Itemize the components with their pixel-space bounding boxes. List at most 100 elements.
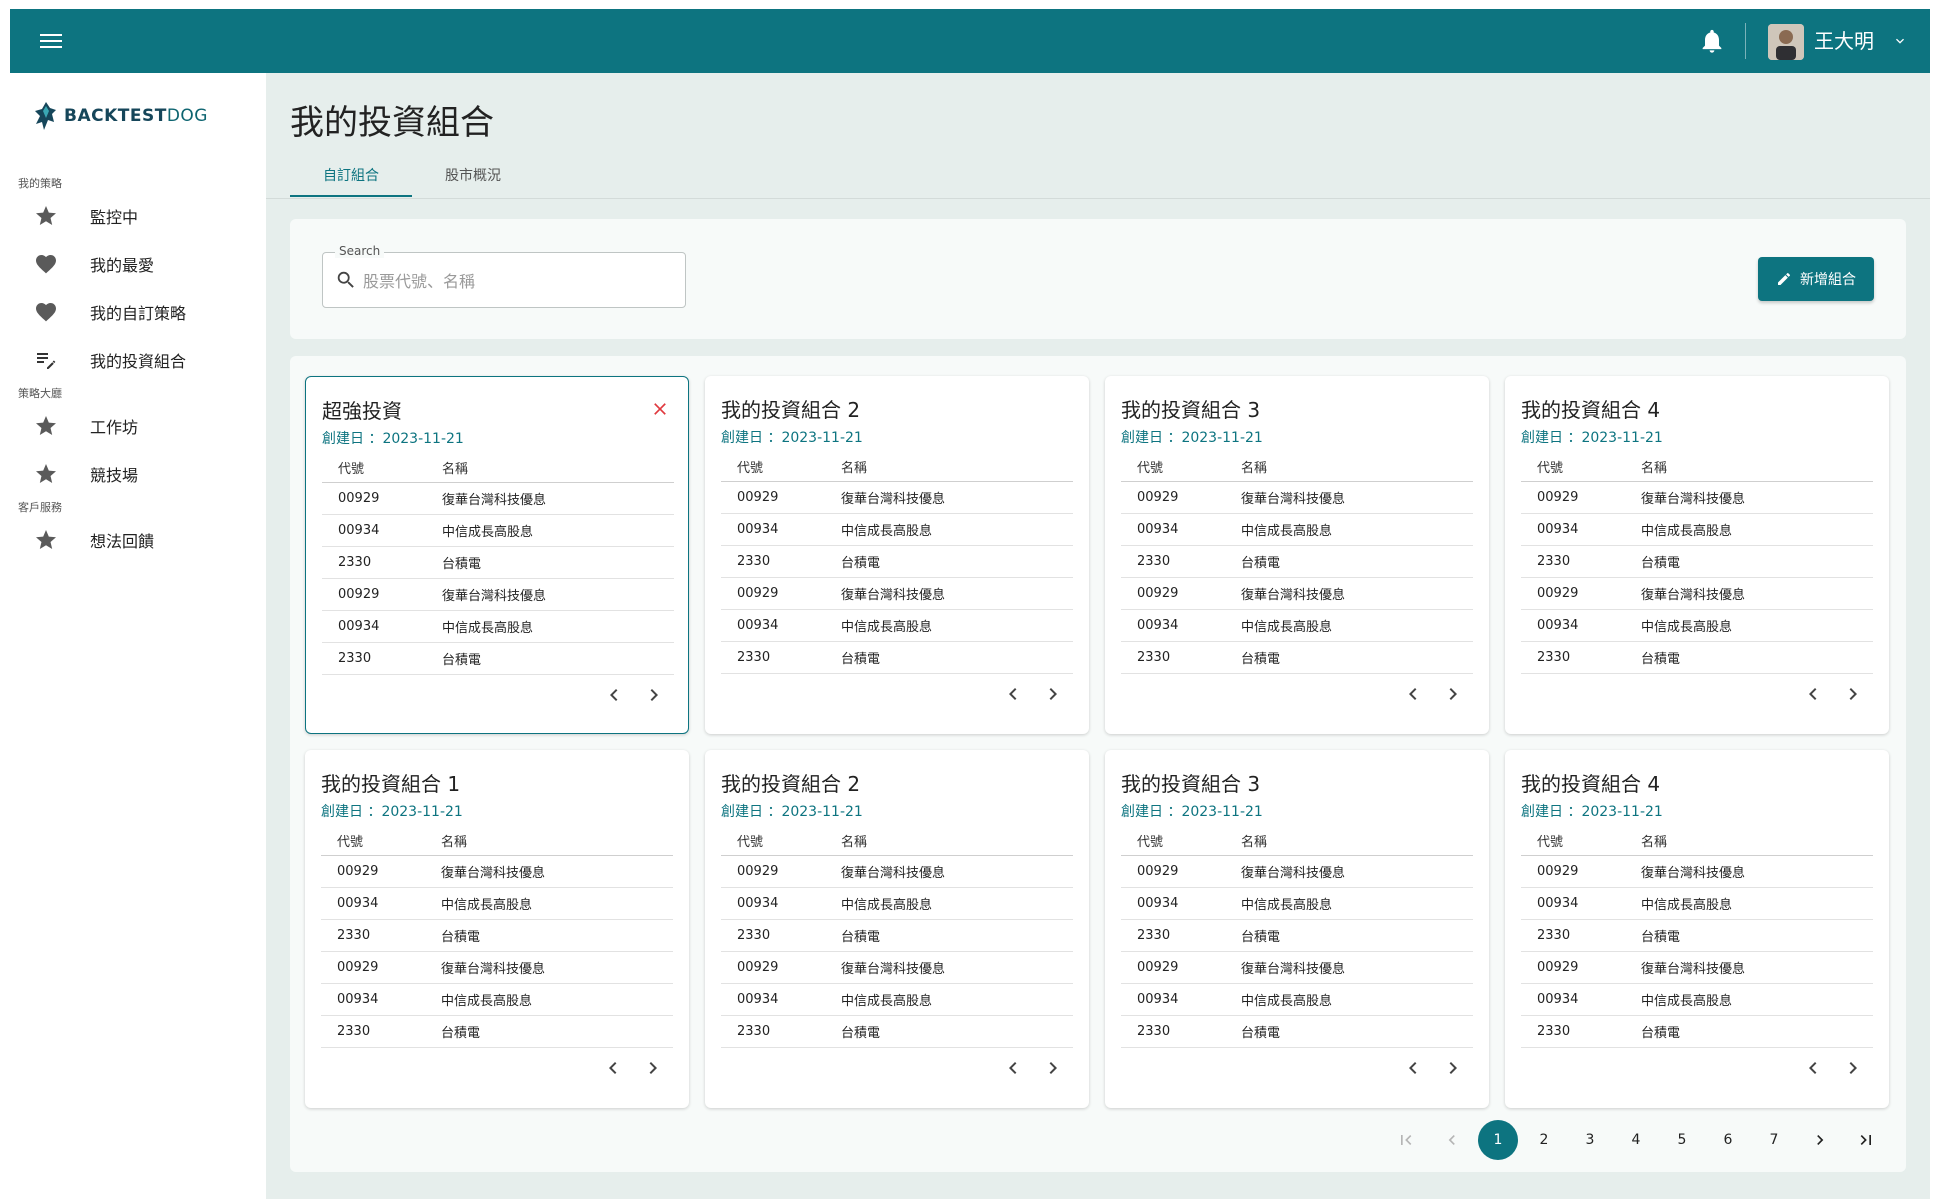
sidebar-item-feedback[interactable]: 想法回饋: [10, 516, 266, 564]
table-row[interactable]: 00929 復華台灣科技優息: [1521, 578, 1873, 610]
chevron-down-icon[interactable]: [1892, 33, 1908, 49]
sidebar-item-arena[interactable]: 競技場: [10, 450, 266, 498]
chevron-left-icon[interactable]: [1001, 1056, 1025, 1080]
table-row[interactable]: 2330 台積電: [1521, 642, 1873, 674]
last-page-button[interactable]: [1846, 1120, 1886, 1160]
table-row[interactable]: 2330 台積電: [721, 546, 1073, 578]
table-row[interactable]: 2330 台積電: [1121, 546, 1473, 578]
chevron-right-icon[interactable]: [1441, 1056, 1465, 1080]
table-row[interactable]: 2330 台積電: [1121, 642, 1473, 674]
avatar[interactable]: [1768, 24, 1804, 60]
table-row[interactable]: 2330 台積電: [721, 920, 1073, 952]
table-row[interactable]: 00929 復華台灣科技優息: [321, 856, 673, 888]
table-row[interactable]: 00934 中信成長高股息: [1521, 514, 1873, 546]
chevron-right-icon[interactable]: [1441, 682, 1465, 706]
table-row[interactable]: 00934 中信成長高股息: [721, 888, 1073, 920]
table-row[interactable]: 00929 復華台灣科技優息: [721, 482, 1073, 514]
table-row[interactable]: 00929 復華台灣科技優息: [1121, 856, 1473, 888]
table-row[interactable]: 00929 復華台灣科技優息: [1121, 482, 1473, 514]
chevron-left-icon[interactable]: [1801, 682, 1825, 706]
sidebar-item-favorites[interactable]: 我的最愛: [10, 240, 266, 288]
page-button[interactable]: 5: [1662, 1120, 1702, 1160]
page-button[interactable]: 3: [1570, 1120, 1610, 1160]
table-row[interactable]: 00934 中信成長高股息: [1121, 610, 1473, 642]
table-row[interactable]: 2330 台積電: [721, 1016, 1073, 1048]
table-row[interactable]: 00934 中信成長高股息: [322, 515, 674, 547]
first-page-button[interactable]: [1386, 1120, 1426, 1160]
chevron-right-icon[interactable]: [1041, 1056, 1065, 1080]
table-row[interactable]: 00934 中信成長高股息: [721, 610, 1073, 642]
chevron-left-icon[interactable]: [602, 683, 626, 707]
table-row[interactable]: 00929 復華台灣科技優息: [721, 952, 1073, 984]
chevron-left-icon[interactable]: [1401, 682, 1425, 706]
prev-page-button[interactable]: [1432, 1120, 1472, 1160]
table-row[interactable]: 2330 台積電: [322, 547, 674, 579]
chevron-right-icon[interactable]: [642, 683, 666, 707]
portfolio-card[interactable]: 超強投資 創建日 ：2023-11-21 代號 名稱 00929 復華台灣科技優息 0093…: [305, 376, 689, 734]
portfolio-card[interactable]: 我的投資組合 2 創建日 ：2023-11-21 代號 名稱 00929 復華台灣科技優息…: [705, 750, 1089, 1108]
table-row[interactable]: 00934 中信成長高股息: [322, 611, 674, 643]
page-button[interactable]: 6: [1708, 1120, 1748, 1160]
chevron-right-icon[interactable]: [1841, 1056, 1865, 1080]
portfolio-card[interactable]: 我的投資組合 4 創建日 ：2023-11-21 代號 名稱 00929 復華台灣科技優息…: [1505, 376, 1889, 734]
table-row[interactable]: 2330 台積電: [1521, 920, 1873, 952]
table-row[interactable]: 00934 中信成長高股息: [1521, 610, 1873, 642]
table-row[interactable]: 2330 台積電: [721, 642, 1073, 674]
page-button[interactable]: 1: [1478, 1120, 1518, 1160]
search-field[interactable]: Search: [322, 244, 686, 308]
table-row[interactable]: 2330 台積電: [321, 1016, 673, 1048]
portfolio-card[interactable]: 我的投資組合 1 創建日 ：2023-11-21 代號 名稱 00929 復華台灣科技優息…: [305, 750, 689, 1108]
table-row[interactable]: 00934 中信成長高股息: [1121, 888, 1473, 920]
table-row[interactable]: 2330 台積電: [1521, 546, 1873, 578]
table-row[interactable]: 00934 中信成長高股息: [1121, 984, 1473, 1016]
table-row[interactable]: 00934 中信成長高股息: [321, 888, 673, 920]
next-page-button[interactable]: [1800, 1120, 1840, 1160]
table-row[interactable]: 00929 復華台灣科技優息: [322, 483, 674, 515]
page-button[interactable]: 7: [1754, 1120, 1794, 1160]
search-input[interactable]: [363, 268, 663, 294]
table-row[interactable]: 00929 復華台灣科技優息: [1521, 856, 1873, 888]
menu-icon[interactable]: [38, 30, 64, 52]
chevron-left-icon[interactable]: [1401, 1056, 1425, 1080]
user-name[interactable]: 王大明: [1814, 28, 1874, 54]
logo[interactable]: BACKTESTDOG: [32, 99, 208, 133]
close-icon[interactable]: [650, 399, 670, 419]
chevron-left-icon[interactable]: [1801, 1056, 1825, 1080]
table-row[interactable]: 00929 復華台灣科技優息: [1121, 578, 1473, 610]
chevron-right-icon[interactable]: [1841, 682, 1865, 706]
table-row[interactable]: 00934 中信成長高股息: [721, 984, 1073, 1016]
portfolio-card[interactable]: 我的投資組合 2 創建日 ：2023-11-21 代號 名稱 00929 復華台灣科技優息…: [705, 376, 1089, 734]
table-row[interactable]: 00929 復華台灣科技優息: [721, 856, 1073, 888]
table-row[interactable]: 2330 台積電: [322, 643, 674, 675]
tab-market-overview[interactable]: 股市概況: [412, 153, 534, 197]
tab-custom-portfolio[interactable]: 自訂組合: [290, 153, 412, 197]
table-row[interactable]: 00929 復華台灣科技優息: [321, 952, 673, 984]
table-row[interactable]: 00929 復華台灣科技優息: [1521, 482, 1873, 514]
table-row[interactable]: 00929 復華台灣科技優息: [322, 579, 674, 611]
portfolio-card[interactable]: 我的投資組合 4 創建日 ：2023-11-21 代號 名稱 00929 復華台灣科技優息…: [1505, 750, 1889, 1108]
table-row[interactable]: 00934 中信成長高股息: [1521, 888, 1873, 920]
table-row[interactable]: 00934 中信成長高股息: [321, 984, 673, 1016]
table-row[interactable]: 00929 復華台灣科技優息: [1521, 952, 1873, 984]
portfolio-card[interactable]: 我的投資組合 3 創建日 ：2023-11-21 代號 名稱 00929 復華台灣科技優息…: [1105, 376, 1489, 734]
table-row[interactable]: 00929 復華台灣科技優息: [721, 578, 1073, 610]
table-row[interactable]: 00929 復華台灣科技優息: [1121, 952, 1473, 984]
sidebar-item-portfolios[interactable]: 我的投資組合: [10, 336, 266, 384]
table-row[interactable]: 00934 中信成長高股息: [721, 514, 1073, 546]
chevron-right-icon[interactable]: [641, 1056, 665, 1080]
add-portfolio-button[interactable]: 新增組合: [1758, 257, 1874, 301]
table-row[interactable]: 2330 台積電: [1521, 1016, 1873, 1048]
table-row[interactable]: 00934 中信成長高股息: [1521, 984, 1873, 1016]
table-row[interactable]: 2330 台積電: [1121, 1016, 1473, 1048]
table-row[interactable]: 00934 中信成長高股息: [1121, 514, 1473, 546]
bell-icon[interactable]: [1698, 27, 1726, 55]
sidebar-item-workshop[interactable]: 工作坊: [10, 402, 266, 450]
page-button[interactable]: 4: [1616, 1120, 1656, 1160]
table-row[interactable]: 2330 台積電: [1121, 920, 1473, 952]
chevron-right-icon[interactable]: [1041, 682, 1065, 706]
table-row[interactable]: 2330 台積電: [321, 920, 673, 952]
page-button[interactable]: 2: [1524, 1120, 1564, 1160]
sidebar-item-monitoring[interactable]: 監控中: [10, 192, 266, 240]
chevron-left-icon[interactable]: [1001, 682, 1025, 706]
chevron-left-icon[interactable]: [601, 1056, 625, 1080]
